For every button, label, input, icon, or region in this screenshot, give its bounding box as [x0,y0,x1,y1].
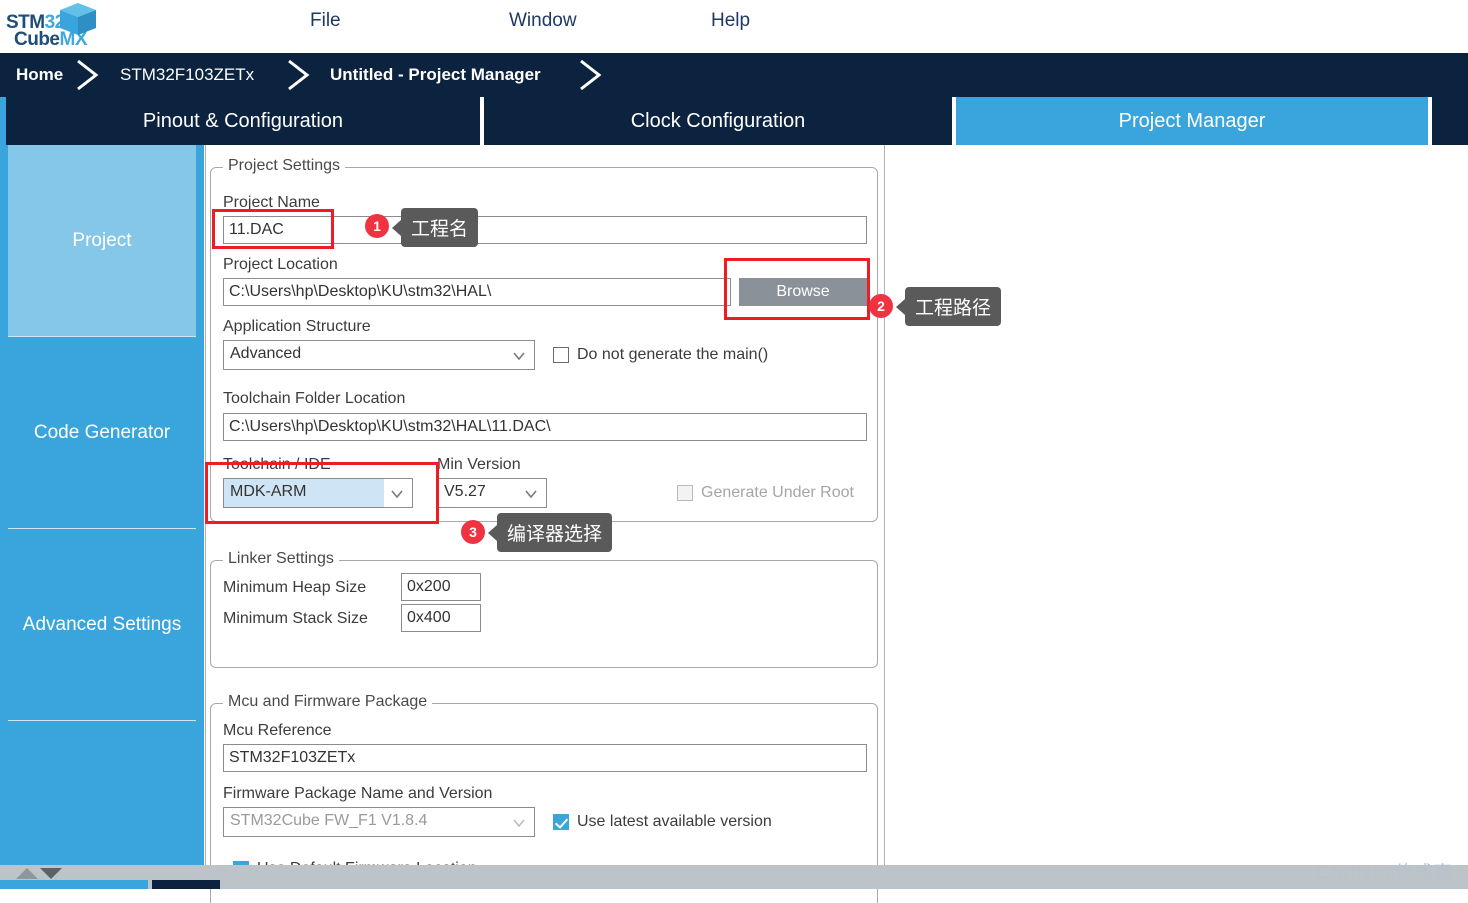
annotation-badge-1: 1 [365,214,389,238]
mcu-reference-label: Mcu Reference [223,722,332,739]
breadcrumb-chevron-icon [72,57,106,93]
mcu-firmware-title: Mcu and Firmware Package [223,693,433,711]
breadcrumb-item-mcu[interactable]: STM32F103ZETx [120,53,254,97]
min-stack-size-input[interactable]: 0x400 [401,604,481,632]
mcu-reference-input[interactable]: STM32F103ZETx [223,744,867,772]
sidebar: Project Code Generator Advanced Settings [0,145,204,865]
toolchain-ide-select[interactable]: MDK-ARM [223,478,413,508]
content-left-border [205,145,206,875]
annotation-tip-1: 工程名 [391,208,479,247]
breadcrumb-chevron-icon-3 [575,57,609,93]
annotation-badge-2: 2 [869,294,893,318]
generate-under-root-checkbox[interactable] [677,485,693,501]
spinner-down-icon[interactable] [40,868,62,879]
main-tab-bar: Pinout & Configuration Clock Configurati… [0,97,1468,145]
menu-item-window[interactable]: Window [509,10,577,32]
project-name-label: Project Name [223,194,320,211]
use-latest-version-checkbox[interactable] [553,814,569,830]
sidebar-item-advanced-settings[interactable]: Advanced Settings [8,529,196,721]
toolchain-folder-label: Toolchain Folder Location [223,390,406,407]
project-location-input[interactable]: C:\Users\hp\Desktop\KU\stm32\HAL\ [223,278,731,306]
do-not-generate-main-label: Do not generate the main() [577,346,769,363]
application-structure-value: Advanced [230,345,302,362]
content-right-border [884,145,885,875]
tab-clock-configuration[interactable]: Clock Configuration [484,97,952,145]
annotation-tip-2: 工程路径 [895,287,1002,326]
content-area: Project Settings Project Name 11.DAC Pro… [204,145,1468,903]
tab-overflow[interactable] [1432,97,1468,145]
breadcrumb-item-home[interactable]: Home [16,53,63,97]
spinner-up-icon[interactable] [16,868,38,879]
logo-cube-text: Cube [14,29,60,50]
chevron-down-icon-version [525,490,537,499]
tab-pinout-configuration[interactable]: Pinout & Configuration [6,97,480,145]
menu-item-help[interactable]: Help [711,10,750,32]
min-heap-size-label: Minimum Heap Size [223,579,367,596]
linker-settings-title: Linker Settings [223,550,339,568]
breadcrumb: Home STM32F103ZETx Untitled - Project Ma… [0,53,1468,97]
toolchain-folder-input[interactable]: C:\Users\hp\Desktop\KU\stm32\HAL\11.DAC\ [223,413,867,441]
breadcrumb-item-project[interactable]: Untitled - Project Manager [330,53,541,97]
min-heap-size-input[interactable]: 0x200 [401,573,481,601]
project-settings-group: Project Settings Project Name 11.DAC Pro… [210,157,878,522]
use-latest-version-label: Use latest available version [577,813,772,830]
watermark: CSDN @修成真 [1316,863,1452,884]
cube-3d-icon [60,3,96,35]
tab-project-manager[interactable]: Project Manager [956,97,1428,145]
toolchain-ide-label: Toolchain / IDE [223,456,331,473]
breadcrumb-chevron-icon-2 [283,57,317,93]
project-name-input[interactable]: 11.DAC [223,216,867,244]
stm32cubemx-logo: STM32 CubeMX [6,2,101,52]
horizontal-scrollbar[interactable] [0,865,1468,889]
min-stack-size-label: Minimum Stack Size [223,610,368,627]
scrollbar-thumb-accent[interactable] [0,880,148,889]
firmware-package-label: Firmware Package Name and Version [223,785,493,802]
do-not-generate-main-checkbox[interactable] [553,347,569,363]
project-location-label: Project Location [223,256,338,273]
chevron-down-icon [513,352,525,361]
annotation-tip-3: 编译器选择 [487,513,613,552]
chevron-down-icon-toolchain [391,490,403,499]
menu-item-file[interactable]: File [310,10,341,32]
scrollbar-thumb-navy[interactable] [152,880,220,889]
sidebar-item-empty[interactable] [8,721,196,865]
generate-under-root-label: Generate Under Root [701,484,854,501]
sidebar-item-code-generator[interactable]: Code Generator [8,337,196,529]
application-structure-label: Application Structure [223,318,371,335]
application-structure-select[interactable]: Advanced [223,340,535,370]
linker-settings-group: Linker Settings Minimum Heap Size 0x200 … [210,550,878,668]
project-settings-title: Project Settings [223,157,346,175]
menu-bar: STM32 CubeMX File Window Help [0,0,1468,53]
annotation-badge-3: 3 [461,520,485,544]
browse-button[interactable]: Browse [739,278,867,306]
toolchain-ide-value: MDK-ARM [230,483,307,500]
chevron-down-icon-firmware [513,819,525,828]
min-version-value: V5.27 [444,483,486,500]
min-version-label: Min Version [437,456,521,473]
min-version-select[interactable]: V5.27 [437,478,547,508]
firmware-package-value: STM32Cube FW_F1 V1.8.4 [230,812,428,829]
sidebar-item-project[interactable]: Project [8,145,196,337]
firmware-package-select[interactable]: STM32Cube FW_F1 V1.8.4 [223,807,535,837]
